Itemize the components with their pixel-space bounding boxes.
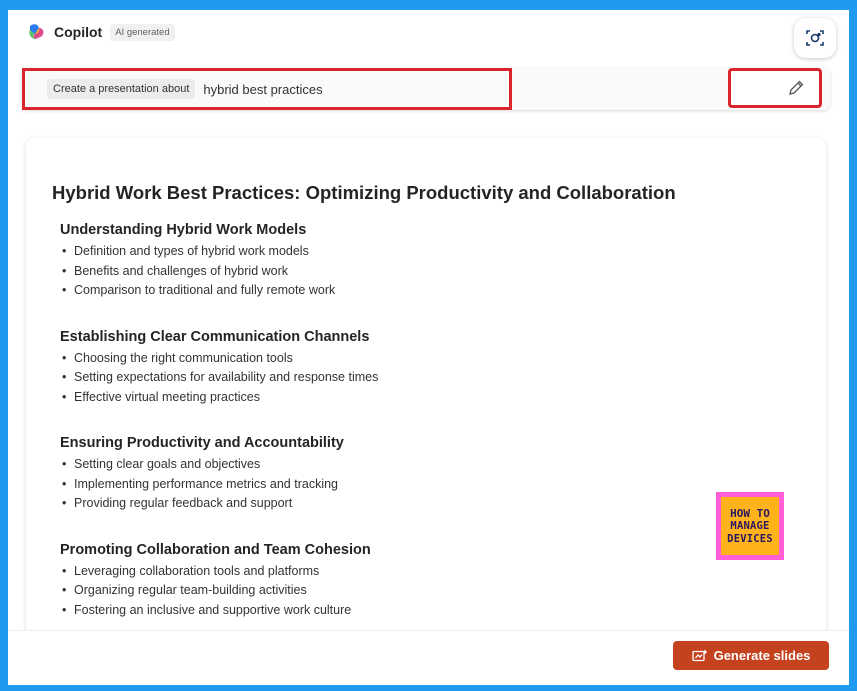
how-to-manage-devices-logo: HOW TO MANAGE DEVICES <box>716 492 784 560</box>
outline-sections: Understanding Hybrid Work Models Definit… <box>60 222 760 648</box>
bullet-item: Leveraging collaboration tools and platf… <box>60 562 760 582</box>
section-title: Understanding Hybrid Work Models <box>60 222 307 238</box>
section-title: Establishing Clear Communication Channel… <box>60 328 370 345</box>
app-title: Copilot <box>54 24 103 40</box>
header: Copilot AI generated <box>26 20 175 44</box>
bullet-item: Setting clear goals and objectives <box>60 455 760 475</box>
edit-prompt-button[interactable] <box>728 68 822 108</box>
bullet-item: Implementing performance metrics and tra… <box>60 475 760 495</box>
footer-bar: Generate slides <box>8 630 849 685</box>
bullet-item: Setting expectations for availability an… <box>60 368 760 388</box>
visual-search-button[interactable] <box>794 18 836 58</box>
generate-slides-label: Generate slides <box>713 648 811 663</box>
prompt-chip: Create a presentation about <box>47 79 196 99</box>
generate-slides-button[interactable]: Generate slides <box>673 641 829 670</box>
section-title: Promoting Collaboration and Team Cohesio… <box>60 541 371 558</box>
section-title: Ensuring Productivity and Accountability <box>60 435 344 451</box>
prompt-row: Create a presentation about hybrid best … <box>22 68 830 110</box>
bullet-item: Organizing regular team-building activit… <box>60 581 760 601</box>
outline-section: Understanding Hybrid Work Models Definit… <box>60 222 760 301</box>
prompt-box[interactable]: Create a presentation about hybrid best … <box>22 68 512 110</box>
bullet-item: Choosing the right communication tools <box>60 349 760 369</box>
watermark-line: MANAGE <box>730 519 770 532</box>
prompt-text: hybrid best practices <box>203 81 323 97</box>
bullet-item: Benefits and challenges of hybrid work <box>60 262 760 282</box>
watermark-line: HOW TO <box>730 506 770 520</box>
pencil-icon <box>789 80 804 95</box>
bullet-item: Providing regular feedback and support <box>60 494 760 514</box>
watermark-line: DEVICES <box>727 532 773 545</box>
scan-icon <box>806 30 824 46</box>
copilot-logo-icon <box>29 24 44 39</box>
generated-outline-card: Hybrid Work Best Practices: Optimizing P… <box>26 138 826 648</box>
ai-generated-badge: AI generated <box>110 23 175 41</box>
bullet-item: Comparison to traditional and fully remo… <box>60 281 760 301</box>
outline-title: Hybrid Work Best Practices: Optimizing P… <box>52 182 676 203</box>
bullet-item: Fostering an inclusive and supportive wo… <box>60 601 760 621</box>
bullet-item: Effective virtual meeting practices <box>60 388 760 408</box>
slides-icon <box>691 649 707 661</box>
outline-section: Establishing Clear Communication Channel… <box>60 329 760 408</box>
bullet-item: Definition and types of hybrid work mode… <box>60 242 760 262</box>
outline-section: Ensuring Productivity and Accountability… <box>60 435 760 514</box>
copilot-window: Copilot AI generated Create a presentati… <box>8 10 849 685</box>
outline-section: Promoting Collaboration and Team Cohesio… <box>60 542 760 621</box>
